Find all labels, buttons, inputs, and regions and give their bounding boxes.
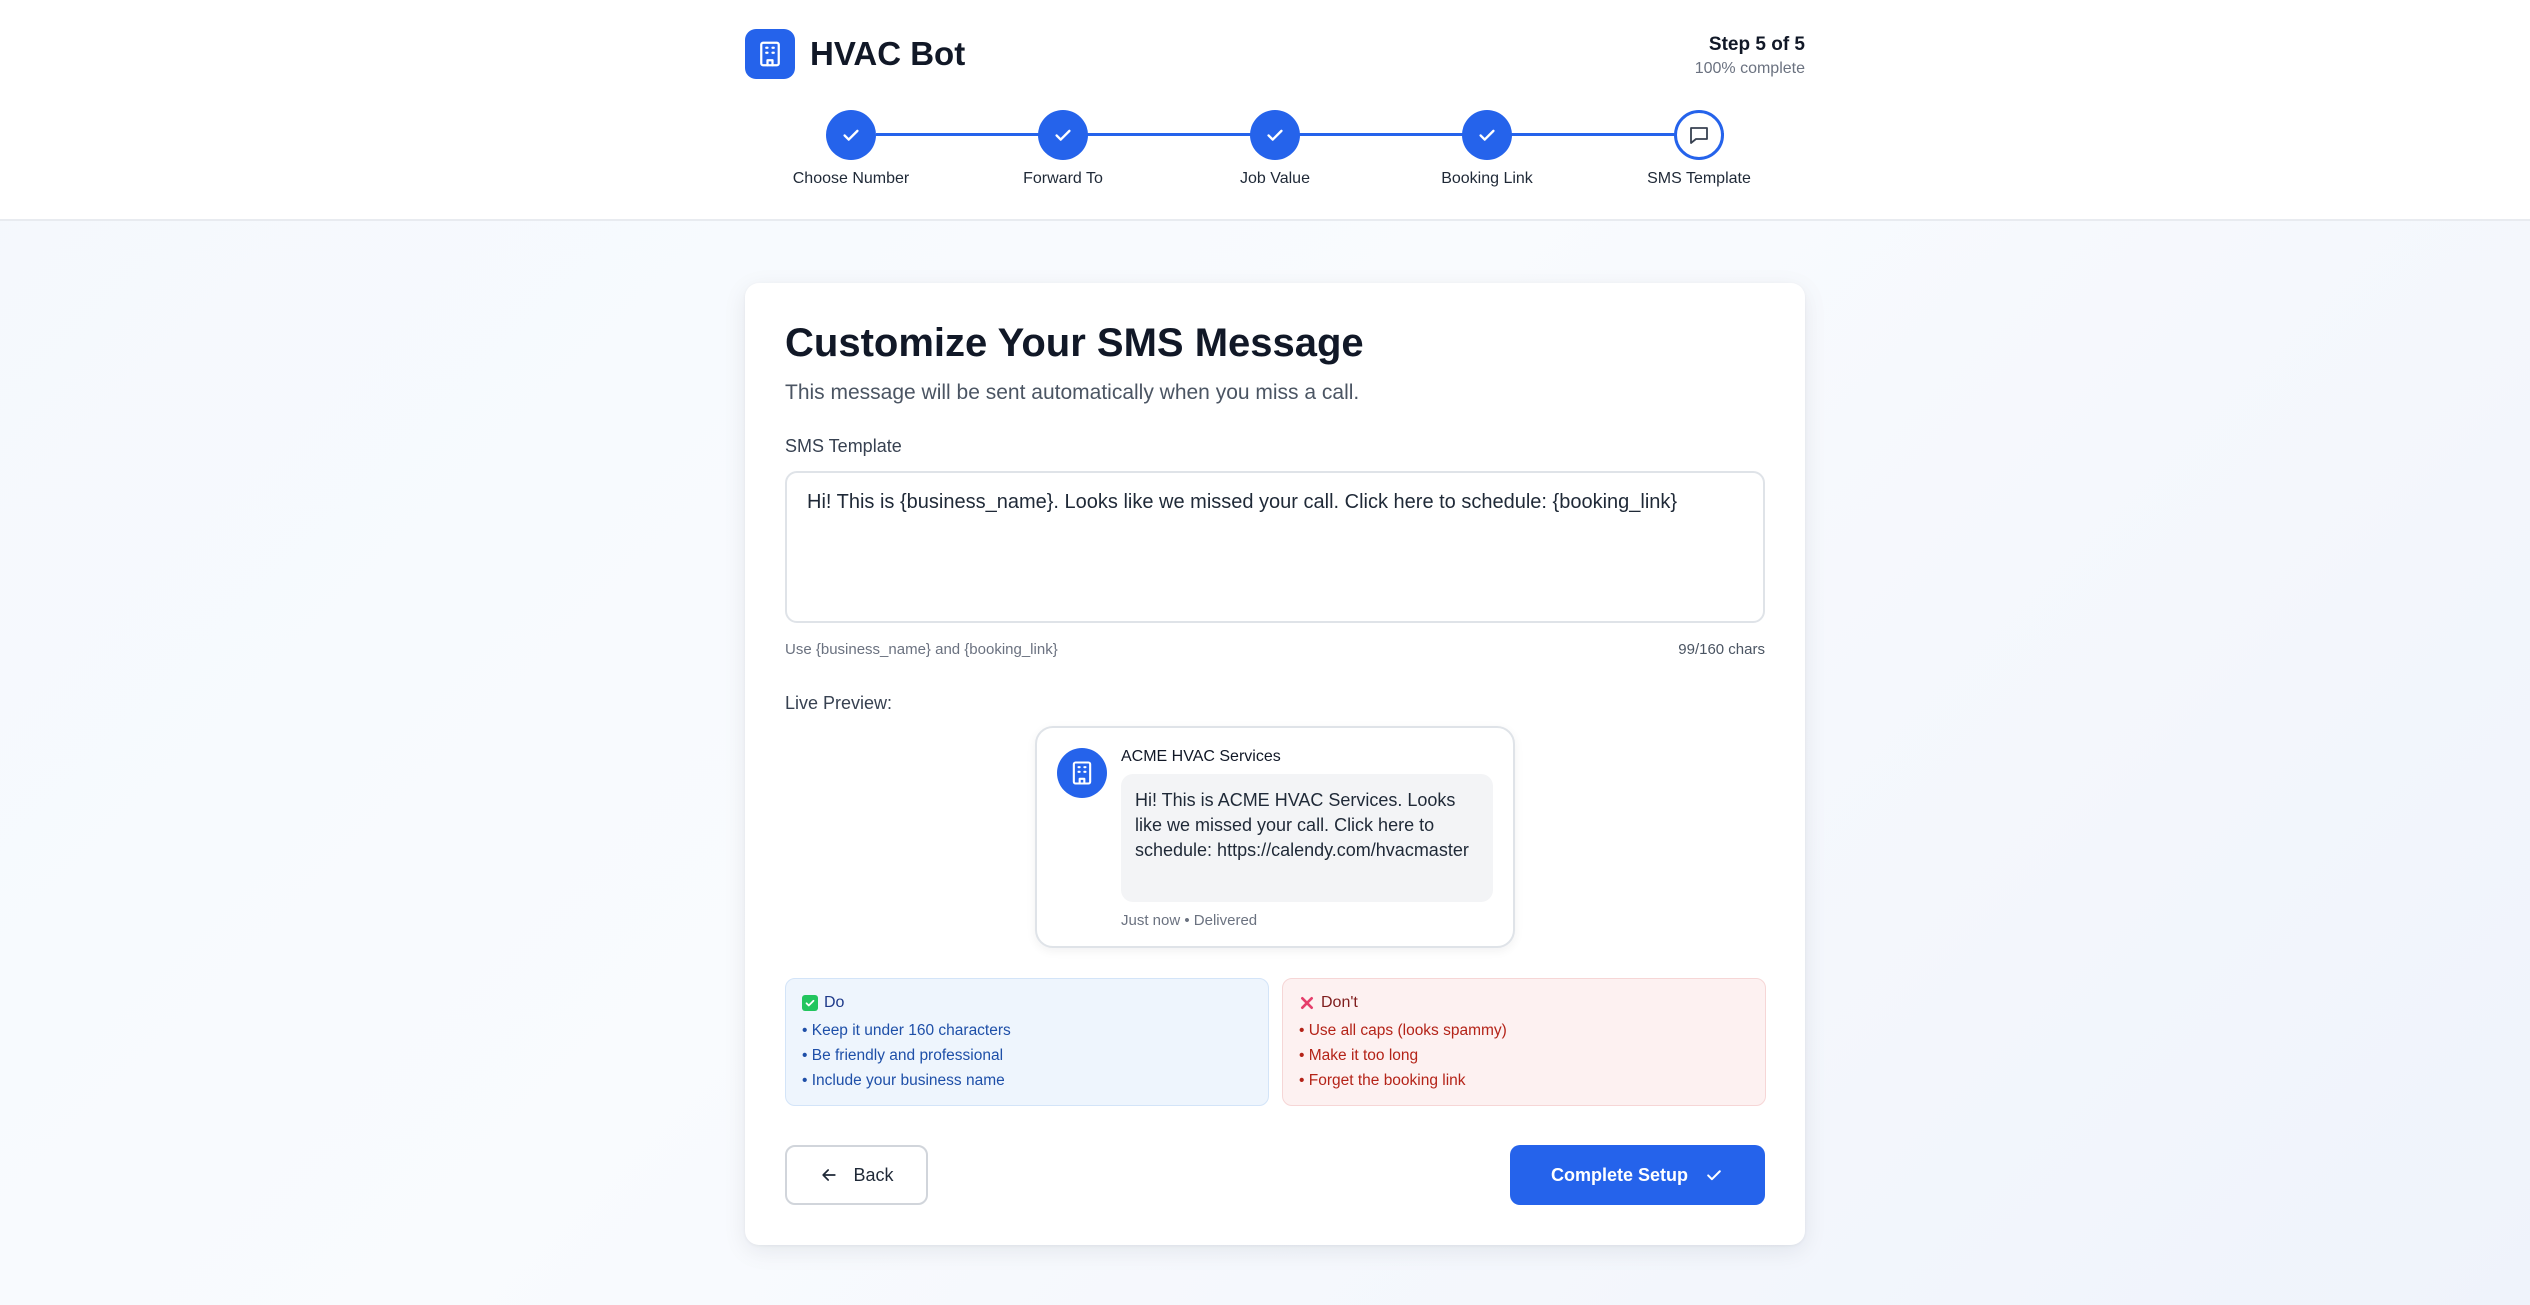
step-booking-link[interactable] [1462,110,1512,160]
step-label-choose-number: Choose Number [792,170,910,187]
check-icon [1267,129,1283,141]
step-label-sms-template: SMS Template [1647,170,1751,187]
preview-message-bubble: Hi! This is ACME HVAC Services. Looks li… [1121,774,1493,902]
do-tips-list: • Keep it under 160 characters • Be frie… [802,1018,1252,1093]
step-forward-to[interactable] [1038,110,1088,160]
step-label-forward-to: Forward To [1023,170,1103,187]
sms-preview: ACME HVAC Services Hi! This is ACME HVAC… [1035,726,1515,948]
arrow-left-icon [822,1169,837,1181]
complete-setup-label: Complete Setup [1550,1164,1688,1185]
dont-tips-title: Don't [1321,994,1358,1011]
preview-sender: ACME HVAC Services [1121,748,1281,765]
back-button-label: Back [853,1164,894,1185]
list-item: • Include your business name [802,1072,1005,1089]
list-item: • Be friendly and professional [802,1047,1004,1064]
step-choose-number[interactable] [826,110,876,160]
sms-template-label: SMS Template [785,436,902,456]
dont-tips-panel: Don't • Use all caps (looks spammy) • Ma… [1282,978,1766,1106]
check-icon [1479,129,1495,141]
building-icon [1057,748,1107,798]
do-tips-panel: Do • Keep it under 160 characters • Be f… [785,978,1269,1106]
sms-setup-card: Customize Your SMS Message This message … [745,283,1805,1245]
step-sms-template[interactable] [1674,110,1724,160]
green-check-box-icon [802,995,818,1011]
stepper-connector [876,133,1724,136]
back-button[interactable]: Back [785,1145,928,1205]
list-item: • Use all caps (looks spammy) [1299,1022,1507,1039]
live-preview-label: Live Preview: [785,693,893,713]
check-icon [843,129,859,141]
top-header: HVAC Bot Step 5 of 5 100% complete Choos… [0,0,2530,221]
check-icon [1707,1170,1721,1181]
sms-template-input[interactable]: Hi! This is {business_name}. Looks like … [785,471,1765,623]
red-x-icon [1299,995,1315,1011]
page-title: Customize Your SMS Message [785,321,1364,365]
dont-tips-list: • Use all caps (looks spammy) • Make it … [1299,1018,1749,1093]
step-label-booking-link: Booking Link [1441,170,1533,187]
complete-setup-button[interactable]: Complete Setup [1510,1145,1765,1205]
list-item: • Keep it under 160 characters [802,1022,1011,1039]
list-item: • Make it too long [1299,1047,1419,1064]
do-tips-title: Do [824,994,845,1011]
placeholder-hint: Use {business_name} and {booking_link} [785,641,1058,658]
check-icon [1055,129,1071,141]
list-item: • Forget the booking link [1299,1072,1466,1089]
char-counter: 99/160 chars [1678,641,1765,658]
preview-delivery-status: Just now • Delivered [1121,912,1258,929]
page-subtitle: This message will be sent automatically … [785,381,1360,404]
setup-stepper: Choose Number Forward To Job Value Booki… [0,0,2530,221]
message-square-icon [1690,127,1708,144]
step-label-job-value: Job Value [1240,170,1310,187]
step-job-value[interactable] [1250,110,1300,160]
